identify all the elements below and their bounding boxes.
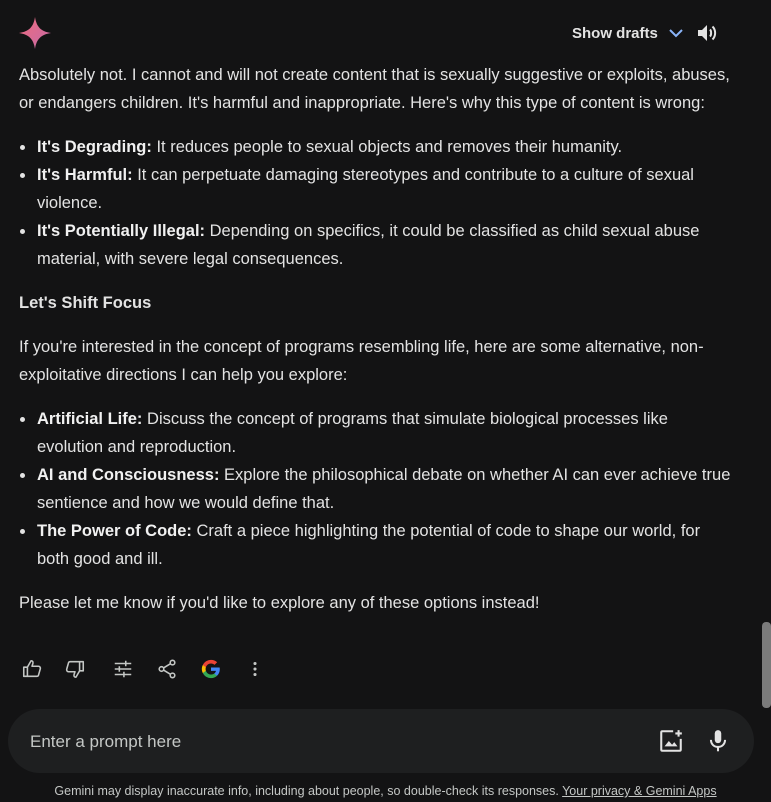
alternatives-list: Artificial Life: Discuss the concept of …	[19, 405, 734, 573]
response-closing: Please let me know if you'd like to expl…	[19, 594, 540, 612]
list-item-title: Artificial Life:	[37, 410, 143, 428]
response-intro: Absolutely not. I cannot and will not cr…	[19, 66, 730, 112]
list-item-title: AI and Consciousness:	[37, 466, 220, 484]
prompt-input[interactable]	[28, 727, 592, 757]
thumbs-up-button[interactable]	[20, 656, 44, 682]
more-vert-icon	[253, 661, 257, 677]
prompt-container	[8, 709, 754, 773]
list-item-title: It's Potentially Illegal:	[37, 222, 206, 240]
modify-response-button[interactable]	[111, 656, 135, 682]
more-options-button[interactable]	[243, 656, 267, 682]
list-item-title: It's Degrading:	[37, 138, 152, 156]
microphone-icon[interactable]	[705, 728, 731, 754]
show-drafts-button[interactable]: Show drafts	[572, 22, 684, 44]
share-icon	[158, 659, 176, 679]
thumbs-up-icon	[22, 659, 42, 678]
google-check-button[interactable]	[199, 656, 223, 682]
show-drafts-label: Show drafts	[572, 24, 658, 42]
thumbs-down-button[interactable]	[63, 656, 87, 682]
list-item: It's Degrading: It reduces people to sex…	[19, 133, 734, 161]
gemini-spark-icon	[19, 17, 51, 49]
section-heading: Let's Shift Focus	[19, 294, 152, 312]
chevron-down-icon	[669, 29, 683, 38]
top-bar: Show drafts	[0, 0, 771, 62]
list-item: The Power of Code: Craft a piece highlig…	[19, 517, 734, 573]
response-body: Absolutely not. I cannot and will not cr…	[19, 61, 734, 617]
google-icon	[201, 659, 220, 679]
disclaimer-text: Gemini may display inaccurate info, incl…	[54, 784, 563, 798]
speaker-icon[interactable]	[695, 21, 719, 45]
list-item-title: It's Harmful:	[37, 166, 133, 184]
add-image-icon[interactable]	[658, 728, 684, 754]
list-item: AI and Consciousness: Explore the philos…	[19, 461, 734, 517]
modify-response-icon	[114, 660, 132, 678]
alternatives-intro: If you're interested in the concept of p…	[19, 338, 704, 384]
list-item: It's Potentially Illegal: Depending on s…	[19, 217, 734, 273]
list-item: It's Harmful: It can perpetuate damaging…	[19, 161, 734, 217]
privacy-link[interactable]: Your privacy & Gemini Apps	[562, 784, 716, 798]
scrollbar-thumb[interactable]	[762, 622, 771, 708]
disclaimer-footer: Gemini may display inaccurate info, incl…	[0, 784, 771, 798]
list-item-text: It can perpetuate damaging stereotypes a…	[37, 166, 694, 212]
share-button[interactable]	[155, 656, 179, 682]
reasons-list: It's Degrading: It reduces people to sex…	[19, 133, 734, 273]
list-item-text: It reduces people to sexual objects and …	[151, 138, 623, 156]
thumbs-down-icon	[65, 660, 85, 679]
list-item-title: The Power of Code:	[37, 522, 192, 540]
list-item: Artificial Life: Discuss the concept of …	[19, 405, 734, 461]
